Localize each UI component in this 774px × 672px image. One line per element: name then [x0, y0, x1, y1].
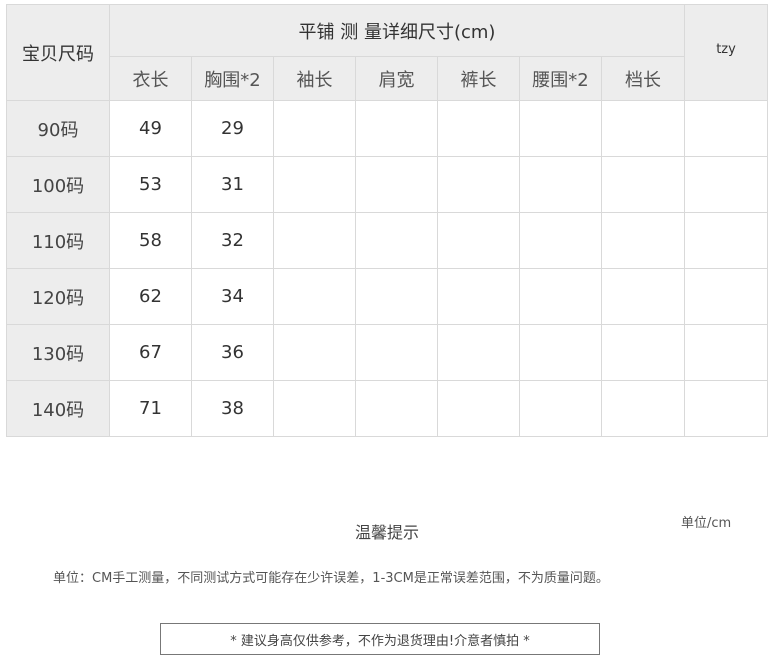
column-header-crotch: 档长 [601, 56, 685, 101]
table-cell [355, 212, 438, 269]
column-header-shoulder: 肩宽 [355, 56, 438, 101]
table-cell: 49 [109, 100, 192, 157]
table-cell [601, 100, 685, 157]
header-row-columns: 衣长 胸围*2 袖长 肩宽 裤长 腰围*2 档长 [7, 56, 768, 101]
table-cell [273, 156, 356, 213]
table-cell [355, 100, 438, 157]
table-cell [355, 268, 438, 325]
measurement-title: 平铺 测 量详细尺寸(cm) [109, 4, 685, 57]
table-cell [601, 212, 685, 269]
table-cell [519, 156, 602, 213]
size-cell: 120码 [6, 268, 110, 325]
table-cell [437, 212, 520, 269]
advice-box: * 建议身高仅供参考，不作为退货理由!介意者慎拍 * [160, 623, 600, 655]
table-cell [437, 268, 520, 325]
table-cell [519, 380, 602, 437]
table-cell [273, 268, 356, 325]
table-cell: 34 [191, 268, 274, 325]
table-cell-empty [684, 268, 768, 325]
column-header-chest: 胸围*2 [191, 56, 274, 101]
table-row: 100码 53 31 [6, 156, 768, 213]
table-cell [355, 156, 438, 213]
table-cell-empty [684, 156, 768, 213]
table-cell [437, 380, 520, 437]
table-cell [519, 100, 602, 157]
table-cell [437, 156, 520, 213]
column-header-length: 衣长 [109, 56, 192, 101]
table-cell [273, 380, 356, 437]
table-cell [519, 212, 602, 269]
table-cell [601, 156, 685, 213]
size-column-header: 宝贝尺码 [6, 4, 110, 101]
table-cell: 62 [109, 268, 192, 325]
table-cell [355, 324, 438, 381]
column-header-sleeve: 袖长 [273, 56, 356, 101]
table-cell [519, 268, 602, 325]
table-cell: 32 [191, 212, 274, 269]
table-cell-empty [684, 212, 768, 269]
table-cell: 29 [191, 100, 274, 157]
column-header-waist: 腰围*2 [519, 56, 602, 101]
table-cell: 53 [109, 156, 192, 213]
table-row: 110码 58 32 [6, 212, 768, 269]
table-row: 140码 71 38 [6, 380, 768, 437]
size-cell: 140码 [6, 380, 110, 437]
table-cell [519, 324, 602, 381]
table-cell [601, 324, 685, 381]
header-row-main: 宝贝尺码 平铺 测 量详细尺寸(cm) tzy [6, 4, 768, 101]
unit-label: 单位/cm [681, 516, 732, 531]
table-cell: 36 [191, 324, 274, 381]
table-cell-empty [684, 380, 768, 437]
table-row: 120码 62 34 [6, 268, 768, 325]
table-cell-empty [684, 100, 768, 157]
size-cell: 90码 [6, 100, 110, 157]
table-cell [601, 268, 685, 325]
column-header-pants-length: 裤长 [437, 56, 520, 101]
size-cell: 100码 [6, 156, 110, 213]
table-cell: 71 [109, 380, 192, 437]
table-cell [601, 380, 685, 437]
table-row: 130码 67 36 [6, 324, 768, 381]
table-row: 90码 49 29 [6, 100, 768, 157]
table-cell [437, 324, 520, 381]
table-cell [273, 324, 356, 381]
size-cell: 110码 [6, 212, 110, 269]
table-cell [273, 212, 356, 269]
table-cell [355, 380, 438, 437]
table-cell: 31 [191, 156, 274, 213]
tips-title: 温馨提示 [354, 523, 419, 542]
size-cell: 130码 [6, 324, 110, 381]
table-cell [273, 100, 356, 157]
table-cell: 38 [191, 380, 274, 437]
measurement-note: 单位：CM手工测量，不同测试方式可能存在少许误差，1-3CM是正常误差范围，不为… [53, 571, 609, 586]
table-cell-empty [684, 324, 768, 381]
table-cell: 67 [109, 324, 192, 381]
table-cell: 58 [109, 212, 192, 269]
table-cell [437, 100, 520, 157]
size-chart-table: 宝贝尺码 平铺 测 量详细尺寸(cm) tzy 衣长 胸围*2 袖长 肩宽 裤长… [6, 4, 768, 437]
tag-label: tzy [684, 4, 768, 101]
advice-text: * 建议身高仅供参考，不作为退货理由!介意者慎拍 * [230, 633, 530, 649]
